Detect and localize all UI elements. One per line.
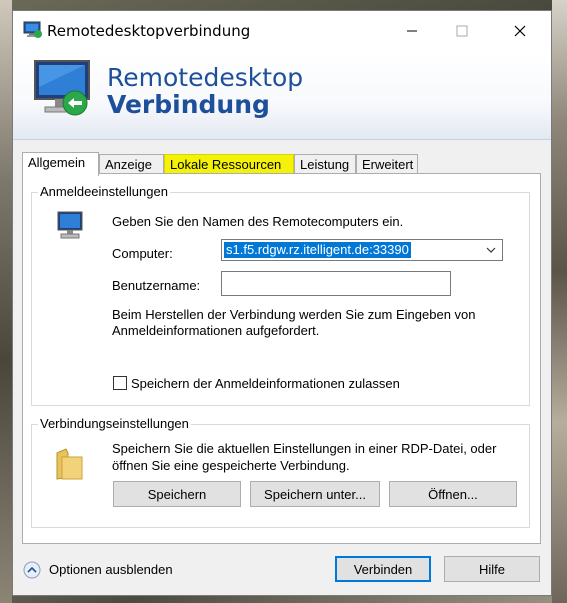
connection-text-line1: Speichern Sie die aktuellen Einstellunge… bbox=[112, 441, 497, 456]
banner-title-line2: Verbindung bbox=[107, 90, 270, 119]
minimize-button[interactable] bbox=[389, 11, 435, 51]
tab-allgemein[interactable]: Allgemein bbox=[22, 152, 99, 176]
computer-label: Computer: bbox=[112, 246, 173, 261]
connection-text-line2: öffnen Sie eine gespeicherte Verbindung. bbox=[112, 458, 350, 473]
desktop-background-right bbox=[552, 0, 567, 603]
rdp-window: Remotedesktopverbindung Remotedesktop Ve… bbox=[12, 10, 552, 596]
maximize-button[interactable] bbox=[439, 11, 485, 51]
login-info-line2: Anmeldeinformationen aufgefordert. bbox=[112, 323, 320, 338]
options-collapse-icon[interactable] bbox=[23, 561, 41, 579]
monitor-icon bbox=[34, 60, 90, 116]
save-credentials-label[interactable]: Speichern der Anmeldeinformationen zulas… bbox=[131, 376, 400, 391]
options-toggle-label[interactable]: Optionen ausblenden bbox=[49, 562, 173, 577]
tab-erweitert[interactable]: Erweitert bbox=[356, 154, 418, 174]
title-bar[interactable]: Remotedesktopverbindung bbox=[13, 11, 551, 51]
header-banner: Remotedesktop Verbindung bbox=[13, 51, 551, 140]
close-icon bbox=[514, 25, 526, 37]
tab-leistung[interactable]: Leistung bbox=[294, 154, 356, 174]
computer-combobox[interactable]: s1.f5.rdgw.rz.itelligent.de:33390 bbox=[221, 239, 503, 261]
help-button[interactable]: Hilfe bbox=[444, 556, 540, 582]
connection-settings-group: Verbindungseinstellungen Speichern Sie d… bbox=[31, 416, 530, 528]
connection-group-label: Verbindungseinstellungen bbox=[38, 416, 191, 431]
computer-value: s1.f5.rdgw.rz.itelligent.de:33390 bbox=[224, 242, 411, 258]
login-info-line1: Beim Herstellen der Verbindung werden Si… bbox=[112, 307, 476, 322]
minimize-icon bbox=[407, 30, 417, 32]
save-button[interactable]: Speichern bbox=[113, 481, 241, 507]
username-input[interactable] bbox=[221, 271, 451, 296]
save-credentials-checkbox[interactable] bbox=[113, 376, 127, 390]
open-button[interactable]: Öffnen... bbox=[389, 481, 517, 507]
login-settings-group: Anmeldeeinstellungen Geben Sie den Namen… bbox=[31, 184, 530, 406]
connect-button[interactable]: Verbinden bbox=[335, 556, 431, 582]
tab-lokale-ressourcen[interactable]: Lokale Ressourcen bbox=[164, 154, 294, 174]
banner-title-line1: Remotedesktop bbox=[107, 63, 304, 92]
close-button[interactable] bbox=[497, 11, 543, 51]
remote-desktop-app-icon bbox=[23, 21, 42, 38]
tab-panel-allgemein: Anmeldeeinstellungen Geben Sie den Namen… bbox=[22, 173, 541, 544]
chevron-down-icon[interactable] bbox=[484, 243, 498, 257]
login-group-label: Anmeldeeinstellungen bbox=[38, 184, 170, 199]
window-title: Remotedesktopverbindung bbox=[47, 22, 251, 40]
login-instruction: Geben Sie den Namen des Remotecomputers … bbox=[112, 214, 404, 229]
maximize-icon bbox=[456, 25, 468, 37]
tab-anzeige[interactable]: Anzeige bbox=[99, 154, 164, 174]
desktop-background-left bbox=[0, 0, 12, 603]
folder-icon bbox=[56, 448, 83, 480]
computer-icon bbox=[57, 211, 83, 239]
save-as-button[interactable]: Speichern unter... bbox=[250, 481, 380, 507]
username-label: Benutzername: bbox=[112, 278, 201, 293]
